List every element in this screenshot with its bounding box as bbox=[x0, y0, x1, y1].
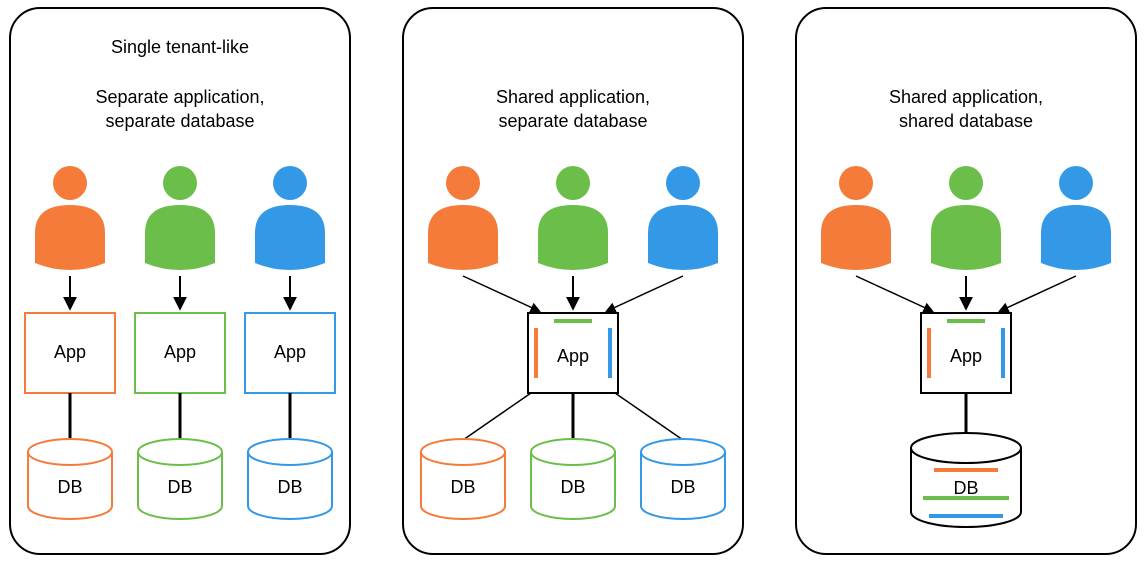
link-app-to-db bbox=[463, 393, 531, 440]
db-label: DB bbox=[953, 478, 978, 498]
db-label: DB bbox=[560, 477, 585, 497]
link-app-to-db bbox=[615, 393, 683, 440]
app-label: App bbox=[950, 346, 982, 366]
db-label: DB bbox=[57, 477, 82, 497]
panel-title-1: Single tenant-like bbox=[111, 37, 249, 57]
panel-title-2: Shared application, bbox=[496, 87, 650, 107]
panel-3: Shared application, shared database App bbox=[796, 8, 1136, 554]
user-icon bbox=[648, 166, 718, 270]
app-label: App bbox=[557, 346, 589, 366]
db-label: DB bbox=[167, 477, 192, 497]
panel-2: Shared application, separate database Ap… bbox=[403, 8, 743, 554]
db-label: DB bbox=[277, 477, 302, 497]
panel-title-3: separate database bbox=[105, 111, 254, 131]
tenancy-diagram: Single tenant-like Separate application,… bbox=[0, 0, 1146, 564]
panel-title-3: shared database bbox=[899, 111, 1033, 131]
panel-title-3: separate database bbox=[498, 111, 647, 131]
arrow-user-to-app bbox=[463, 276, 539, 311]
panel-title-2: Shared application, bbox=[889, 87, 1043, 107]
user-icon bbox=[35, 166, 105, 270]
user-icon bbox=[821, 166, 891, 270]
user-icon bbox=[931, 166, 1001, 270]
user-icon bbox=[255, 166, 325, 270]
user-icon bbox=[1041, 166, 1111, 270]
db-label: DB bbox=[450, 477, 475, 497]
user-icon bbox=[538, 166, 608, 270]
arrow-user-to-app bbox=[1000, 276, 1076, 311]
arrow-user-to-app bbox=[856, 276, 932, 311]
app-label: App bbox=[164, 342, 196, 362]
panel-title-2: Separate application, bbox=[95, 87, 264, 107]
app-label: App bbox=[274, 342, 306, 362]
panel-1: Single tenant-like Separate application,… bbox=[10, 8, 350, 554]
arrow-user-to-app bbox=[607, 276, 683, 311]
db-label: DB bbox=[670, 477, 695, 497]
user-icon bbox=[428, 166, 498, 270]
user-icon bbox=[145, 166, 215, 270]
app-label: App bbox=[54, 342, 86, 362]
